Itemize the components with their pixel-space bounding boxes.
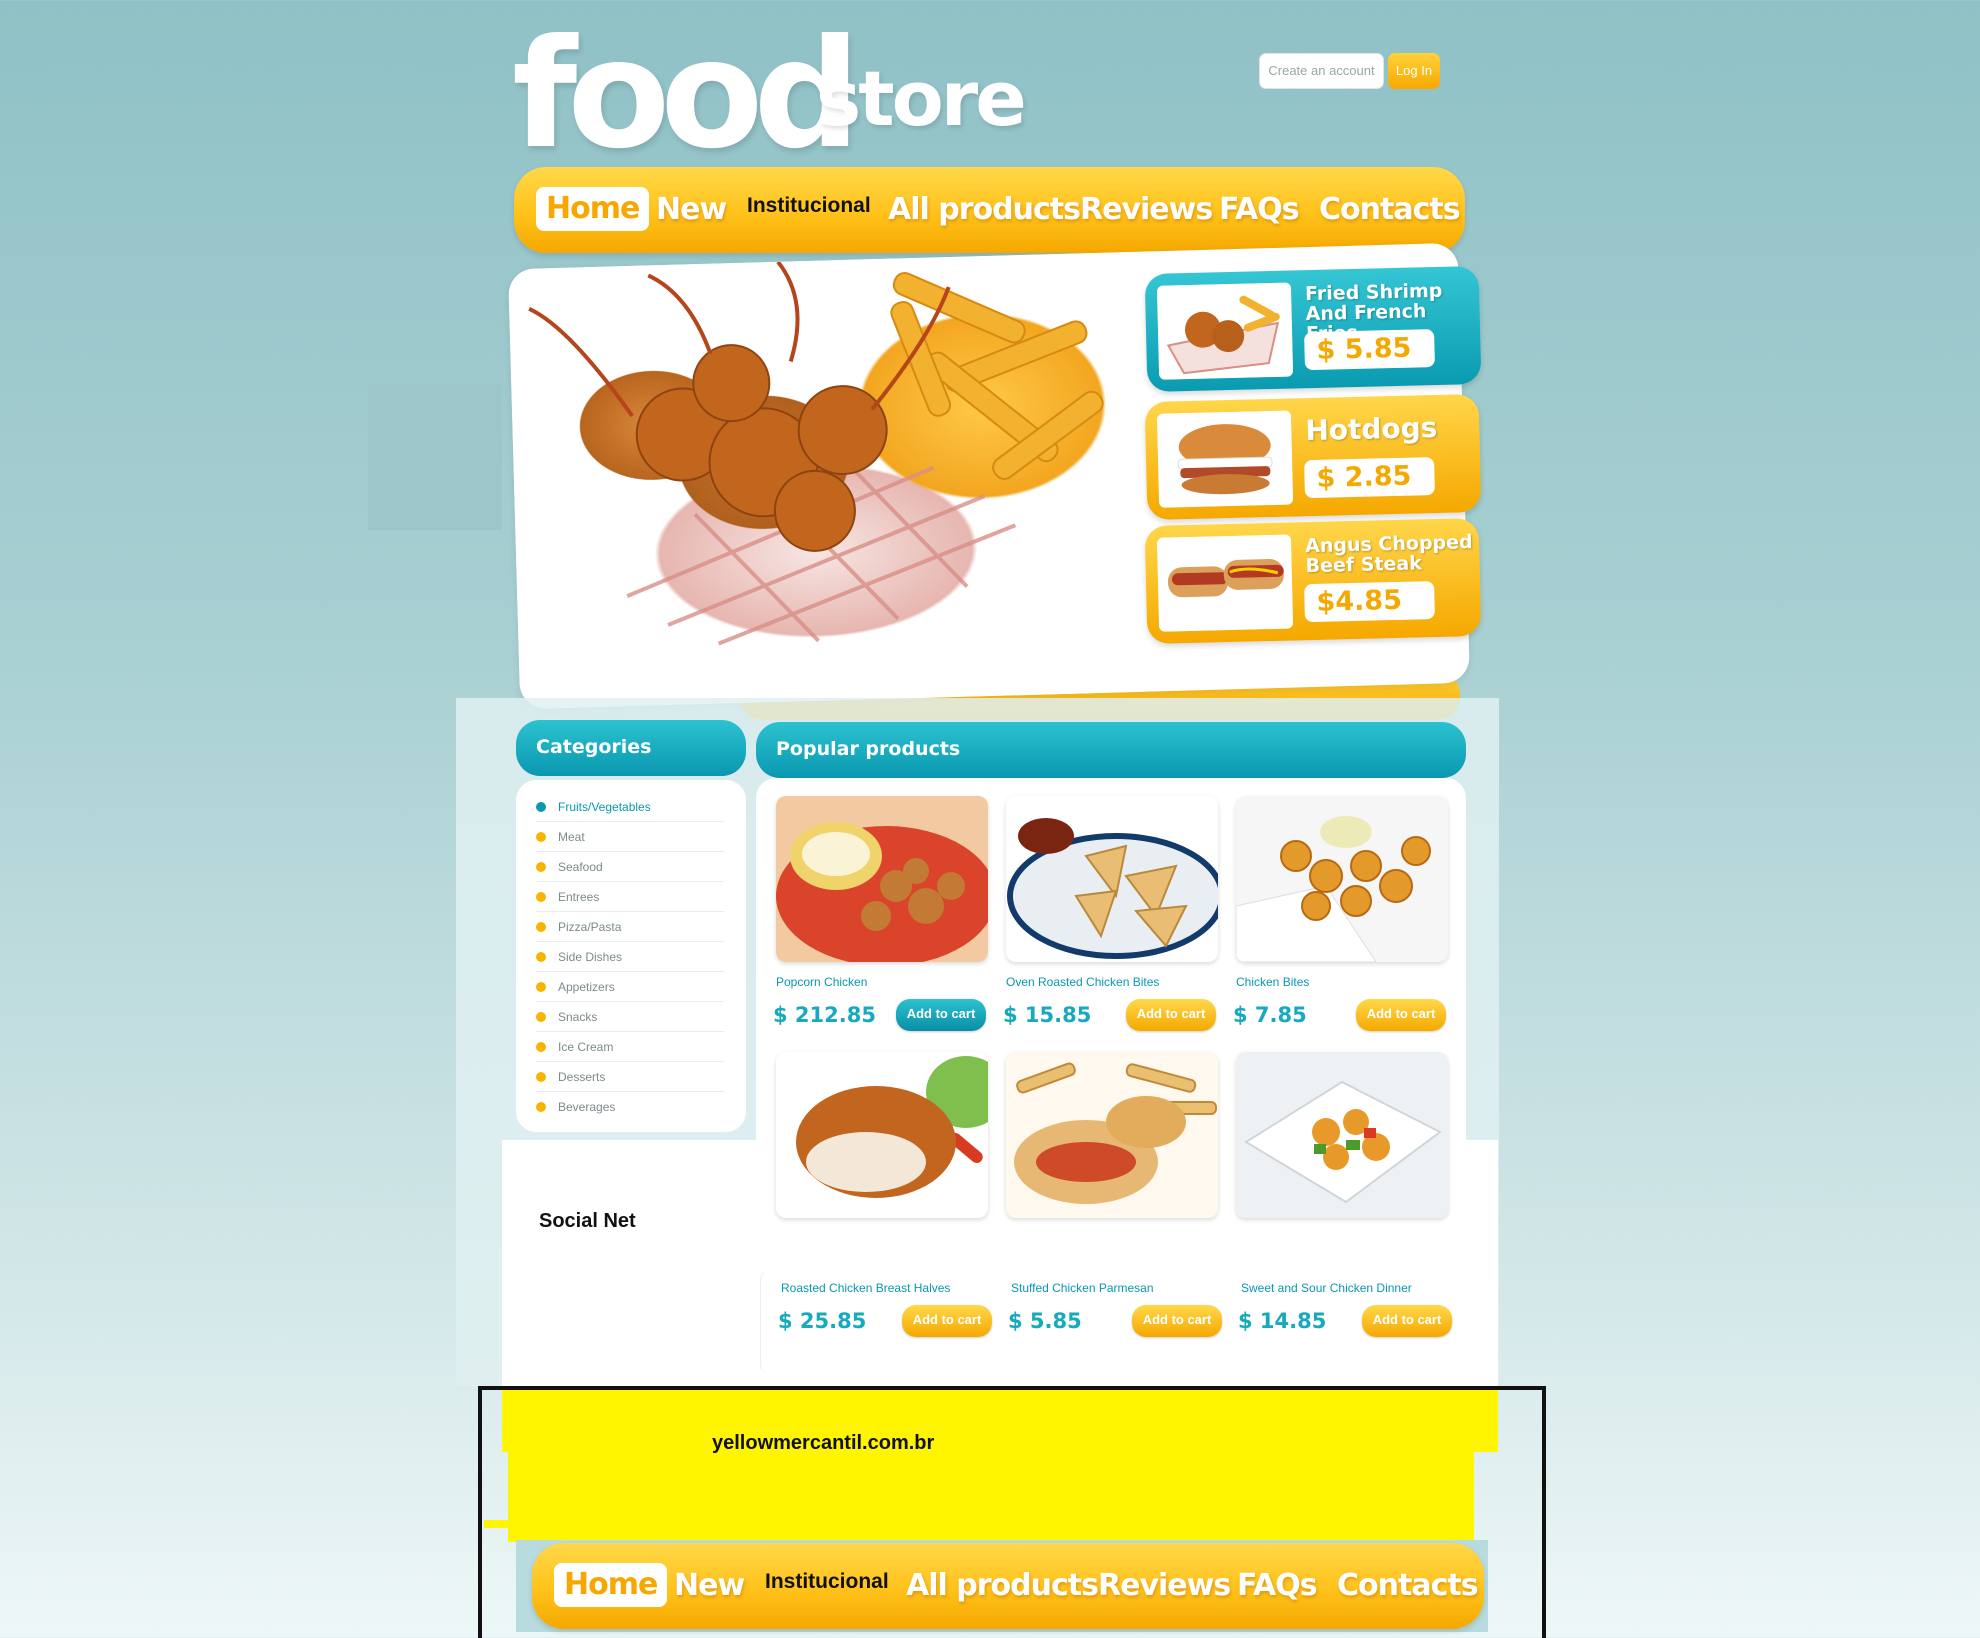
nav-reviews[interactable]: Reviews: [1080, 167, 1213, 253]
product-image-popcorn-chicken[interactable]: [776, 796, 988, 962]
featured-price-hotdogs: $ 2.85: [1304, 457, 1435, 499]
footer-site-url[interactable]: yellowmercantil.com.br: [712, 1432, 934, 1455]
category-label: Appetizers: [558, 979, 615, 994]
product-image-chicken-bites[interactable]: [1236, 796, 1448, 962]
featured-card-shrimp[interactable]: Fried Shrimp And French Fries $ 5.85: [1144, 265, 1482, 393]
category-label: Meat: [558, 829, 585, 844]
category-label: Pizza/Pasta: [558, 919, 622, 934]
login-button[interactable]: Log In: [1388, 53, 1440, 89]
bullet-icon: [536, 921, 546, 932]
footer-nav: Home New Institucional All products Revi…: [532, 1543, 1484, 1629]
product-price: $ 15.85: [1003, 1003, 1092, 1027]
product-name[interactable]: Chicken Bites: [1236, 975, 1309, 989]
featured-title-hotdogs: Hotdogs: [1304, 410, 1438, 448]
add-to-cart-button[interactable]: Add to cart: [1126, 999, 1216, 1031]
product-name[interactable]: Sweet and Sour Chicken Dinner: [1241, 1281, 1412, 1295]
create-account-button[interactable]: Create an account: [1259, 53, 1384, 89]
nav-all-products[interactable]: All products: [888, 167, 1081, 253]
footer-banner: [502, 1390, 1498, 1452]
bullet-icon: [536, 831, 546, 842]
footer-nav-institucional[interactable]: Institucional: [765, 1539, 889, 1625]
product-image-sweet-and-sour-chicken[interactable]: [1236, 1052, 1448, 1218]
bullet-icon: [536, 801, 546, 812]
category-item[interactable]: Entrees: [536, 882, 724, 912]
bullet-icon: [536, 891, 546, 902]
footer-nav-home[interactable]: Home: [554, 1563, 668, 1607]
logo-food: food: [512, 8, 861, 182]
nav-contacts[interactable]: Contacts: [1319, 167, 1461, 253]
categories-heading: Categories: [516, 720, 746, 776]
bullet-icon: [536, 951, 546, 962]
bullet-icon: [536, 1102, 546, 1112]
categories-list: Fruits/Vegetables Meat Seafood Entrees P…: [516, 780, 746, 1132]
footer-nav-all-products[interactable]: All products: [906, 1543, 1099, 1629]
product-name[interactable]: Stuffed Chicken Parmesan: [1011, 1281, 1154, 1295]
add-to-cart-button[interactable]: Add to cart: [1356, 999, 1446, 1031]
category-item[interactable]: Seafood: [536, 852, 724, 882]
main-nav: Home New Institucional All products Revi…: [514, 167, 1465, 253]
category-item[interactable]: Meat: [536, 822, 724, 852]
hero-image-shrimp-fries: [508, 251, 1161, 710]
decorative-block: [368, 384, 502, 530]
featured-thumb-hotdog: [1156, 534, 1294, 632]
bullet-icon: [536, 981, 546, 992]
bullet-icon: [536, 861, 546, 872]
featured-thumb-shrimp: [1156, 282, 1294, 380]
popular-products-heading: Popular products: [756, 722, 1466, 778]
category-item[interactable]: Side Dishes: [536, 942, 724, 972]
bullet-icon: [536, 1071, 546, 1082]
category-item[interactable]: Snacks: [536, 1002, 724, 1032]
bullet-icon: [536, 1011, 546, 1022]
add-to-cart-button[interactable]: Add to cart: [896, 999, 986, 1031]
footer-nav-contacts[interactable]: Contacts: [1337, 1543, 1479, 1629]
product-name[interactable]: Popcorn Chicken: [776, 975, 867, 989]
featured-thumb-burger: [1156, 410, 1294, 508]
footer-accent: [484, 1520, 508, 1528]
product-price: $ 212.85: [773, 1003, 876, 1027]
category-item[interactable]: Appetizers: [536, 972, 724, 1002]
category-label: Seafood: [558, 859, 603, 874]
featured-card-hotdogs[interactable]: Hotdogs $ 2.85: [1144, 393, 1482, 521]
product-name[interactable]: Oven Roasted Chicken Bites: [1006, 975, 1159, 989]
featured-card-steak[interactable]: Angus Chopped Beef Steak $4.85: [1144, 517, 1482, 645]
nav-new[interactable]: New: [656, 167, 727, 253]
bullet-icon: [536, 1041, 546, 1052]
category-label: Entrees: [558, 889, 600, 904]
category-label: Snacks: [558, 1009, 598, 1024]
product-image-stuffed-chicken-parmesan[interactable]: [1006, 1052, 1218, 1218]
featured-price-steak: $4.85: [1304, 581, 1435, 623]
product-image-oven-roasted-chicken-bites[interactable]: [1006, 796, 1218, 962]
category-label: Fruits/Vegetables: [558, 799, 651, 814]
product-image-roasted-chicken-breast[interactable]: [776, 1052, 988, 1218]
featured-title-steak: Angus Chopped Beef Steak: [1304, 531, 1473, 578]
featured-price-shrimp: $ 5.85: [1304, 329, 1435, 371]
social-net-heading: Social Net: [539, 1210, 636, 1232]
nav-institucional[interactable]: Institucional: [747, 163, 871, 249]
footer-nav-reviews[interactable]: Reviews: [1098, 1543, 1231, 1629]
footer-banner-lower: [508, 1450, 1474, 1542]
category-item[interactable]: Pizza/Pasta: [536, 912, 724, 942]
product-price: $ 5.85: [1008, 1309, 1082, 1333]
logo-store: store: [816, 54, 1027, 143]
footer-nav-new[interactable]: New: [674, 1543, 745, 1629]
add-to-cart-button[interactable]: Add to cart: [1132, 1305, 1222, 1337]
product-price: $ 7.85: [1233, 1003, 1307, 1027]
category-label: Beverages: [558, 1100, 616, 1114]
category-item[interactable]: Desserts: [536, 1062, 724, 1092]
category-item[interactable]: Fruits/Vegetables: [536, 792, 724, 822]
product-name[interactable]: Roasted Chicken Breast Halves: [781, 1281, 950, 1295]
category-item[interactable]: Beverages: [536, 1092, 724, 1122]
nav-faqs[interactable]: FAQs: [1219, 167, 1300, 253]
product-price: $ 14.85: [1238, 1309, 1327, 1333]
category-item[interactable]: Ice Cream: [536, 1032, 724, 1062]
footer-nav-faqs[interactable]: FAQs: [1237, 1543, 1318, 1629]
add-to-cart-button[interactable]: Add to cart: [1362, 1305, 1452, 1337]
category-label: Side Dishes: [558, 949, 623, 964]
category-label: Ice Cream: [558, 1039, 614, 1054]
nav-home[interactable]: Home: [536, 187, 650, 231]
product-price: $ 25.85: [778, 1309, 867, 1333]
add-to-cart-button[interactable]: Add to cart: [902, 1305, 992, 1337]
category-label: Desserts: [558, 1069, 606, 1084]
